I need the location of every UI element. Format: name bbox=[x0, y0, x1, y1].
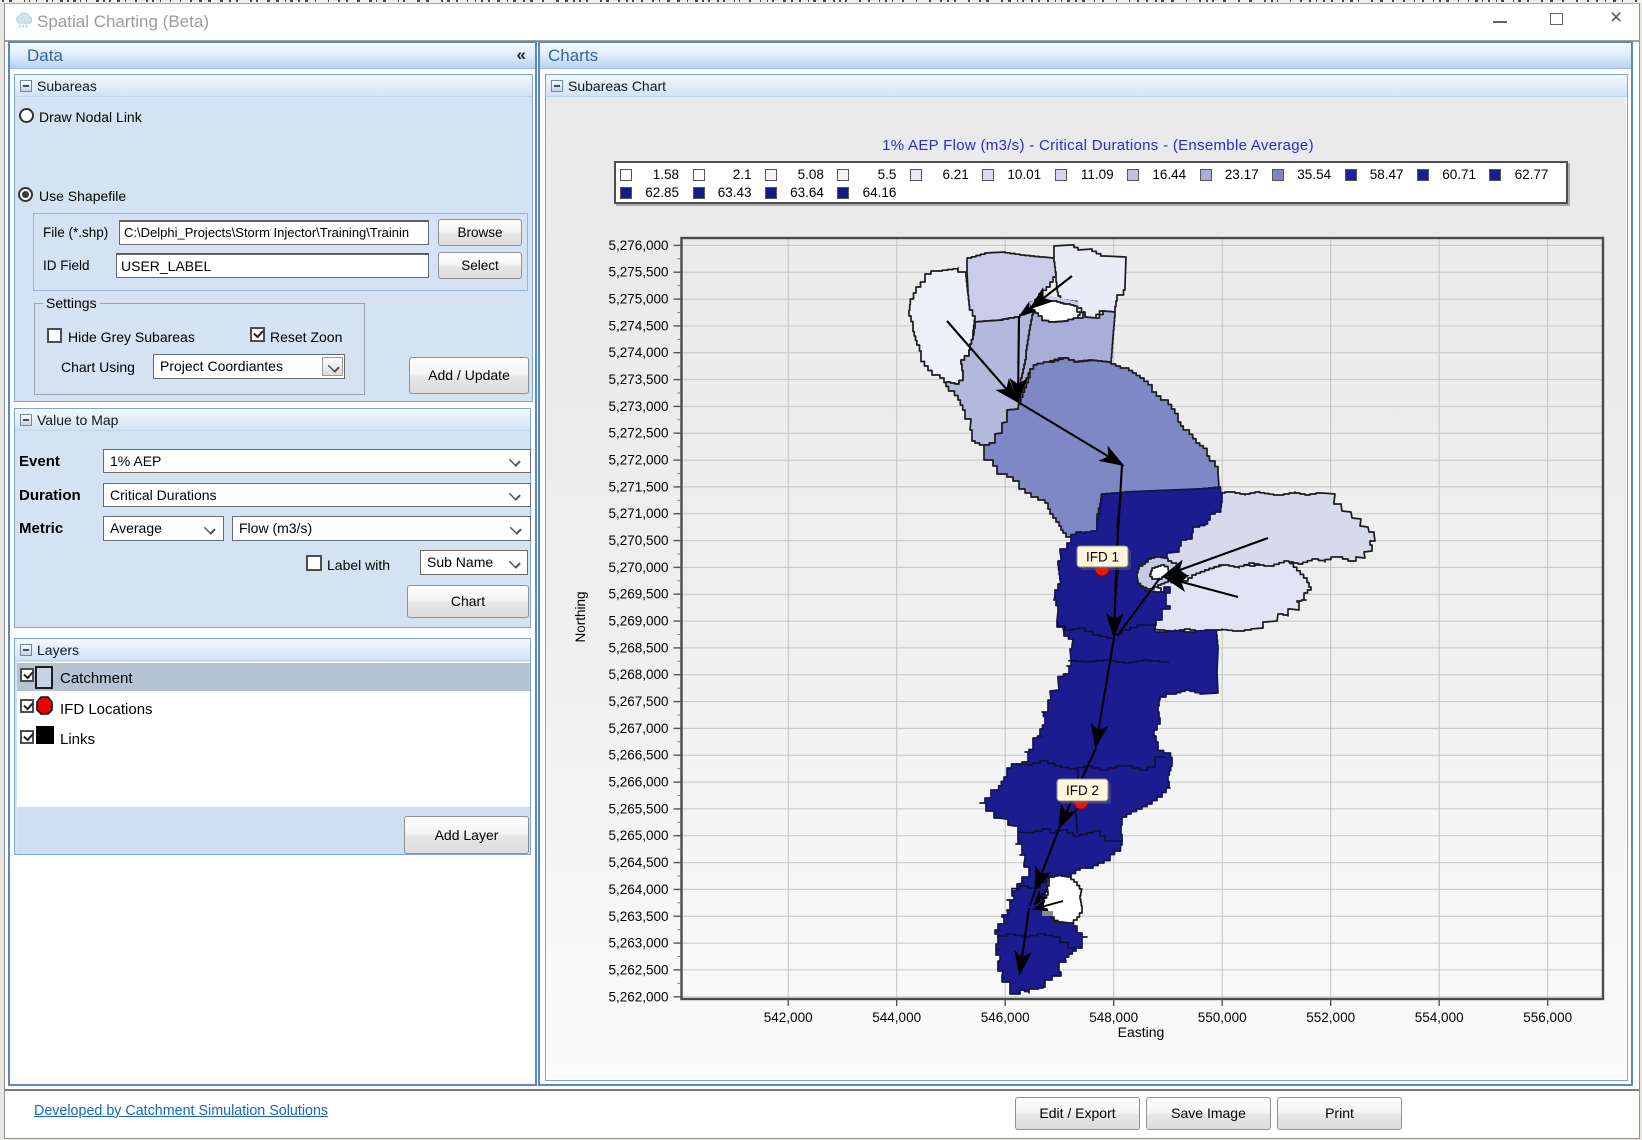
svg-text:5,276,000: 5,276,000 bbox=[608, 238, 668, 253]
svg-text:5,269,500: 5,269,500 bbox=[608, 587, 668, 602]
svg-text:5,270,000: 5,270,000 bbox=[608, 560, 668, 575]
svg-text:5,270,500: 5,270,500 bbox=[608, 533, 668, 548]
svg-text:548,000: 548,000 bbox=[1089, 1010, 1138, 1025]
svg-text:5,273,500: 5,273,500 bbox=[608, 372, 668, 387]
svg-text:5,268,000: 5,268,000 bbox=[608, 667, 668, 682]
svg-text:554,000: 554,000 bbox=[1415, 1010, 1464, 1025]
svg-text:542,000: 542,000 bbox=[764, 1010, 813, 1025]
svg-text:5,263,000: 5,263,000 bbox=[608, 936, 668, 951]
svg-text:5,271,000: 5,271,000 bbox=[608, 506, 668, 521]
svg-text:5,267,000: 5,267,000 bbox=[608, 721, 668, 736]
svg-text:5,264,000: 5,264,000 bbox=[608, 882, 668, 897]
svg-text:5,271,500: 5,271,500 bbox=[608, 479, 668, 494]
svg-text:Easting: Easting bbox=[1118, 1024, 1165, 1040]
svg-text:5,265,000: 5,265,000 bbox=[608, 828, 668, 843]
svg-text:IFD 1: IFD 1 bbox=[1086, 550, 1119, 565]
svg-text:Northing: Northing bbox=[573, 591, 588, 642]
svg-text:5,266,500: 5,266,500 bbox=[608, 748, 668, 763]
svg-text:5,262,000: 5,262,000 bbox=[608, 989, 668, 1004]
svg-text:5,269,000: 5,269,000 bbox=[608, 614, 668, 629]
svg-text:544,000: 544,000 bbox=[872, 1010, 921, 1025]
svg-text:5,274,000: 5,274,000 bbox=[608, 345, 668, 360]
svg-text:5,275,500: 5,275,500 bbox=[608, 265, 668, 280]
svg-text:5,274,500: 5,274,500 bbox=[608, 318, 668, 333]
svg-text:5,264,500: 5,264,500 bbox=[608, 855, 668, 870]
svg-text:556,000: 556,000 bbox=[1523, 1010, 1572, 1025]
svg-text:5,275,000: 5,275,000 bbox=[608, 292, 668, 307]
svg-text:IFD 2: IFD 2 bbox=[1066, 783, 1099, 798]
svg-text:5,262,500: 5,262,500 bbox=[608, 962, 668, 977]
svg-text:5,272,500: 5,272,500 bbox=[608, 426, 668, 441]
svg-text:5,265,500: 5,265,500 bbox=[608, 801, 668, 816]
svg-text:5,266,000: 5,266,000 bbox=[608, 775, 668, 790]
svg-text:5,268,500: 5,268,500 bbox=[608, 640, 668, 655]
svg-text:5,263,500: 5,263,500 bbox=[608, 909, 668, 924]
svg-text:5,273,000: 5,273,000 bbox=[608, 399, 668, 414]
svg-text:550,000: 550,000 bbox=[1198, 1010, 1247, 1025]
svg-text:5,272,000: 5,272,000 bbox=[608, 453, 668, 468]
svg-text:546,000: 546,000 bbox=[981, 1010, 1030, 1025]
svg-text:5,267,500: 5,267,500 bbox=[608, 694, 668, 709]
svg-text:552,000: 552,000 bbox=[1306, 1010, 1355, 1025]
